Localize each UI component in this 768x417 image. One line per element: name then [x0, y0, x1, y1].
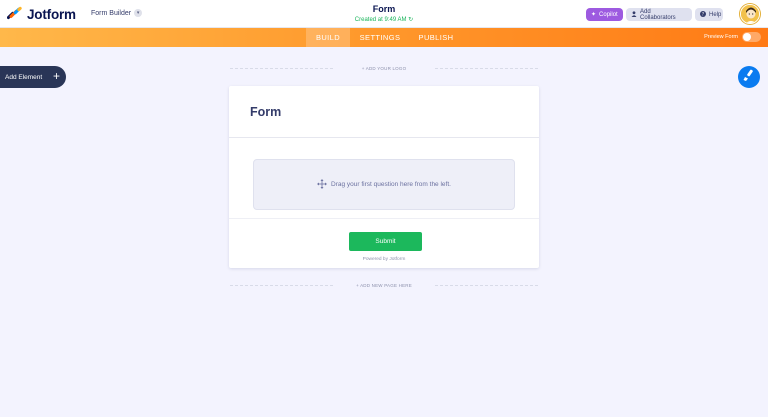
- save-status: Created at 9:49 AM ↻: [334, 16, 434, 23]
- form-designer-button[interactable]: [738, 66, 760, 88]
- sparkle-icon: ✦: [591, 12, 597, 18]
- add-new-page-link[interactable]: + ADD NEW PAGE HERE: [334, 283, 434, 288]
- refresh-icon: ↻: [408, 17, 414, 23]
- jotform-logo[interactable]: Jotform: [6, 6, 76, 22]
- question-dropzone[interactable]: Drag your first question here from the l…: [253, 159, 515, 210]
- tab-settings[interactable]: SETTINGS: [354, 28, 406, 47]
- tab-publish[interactable]: PUBLISH: [414, 28, 458, 47]
- top-bar: Jotform Form Builder ▾ Form Created at 9…: [0, 0, 768, 28]
- builder-nav-bar: BUILD SETTINGS PUBLISH Preview Form: [0, 28, 768, 47]
- move-icon: [317, 178, 328, 191]
- powered-by-text[interactable]: Powered by Jotform: [334, 257, 434, 262]
- toggle-knob: [743, 33, 751, 41]
- copilot-label: Copilot: [599, 11, 618, 18]
- add-collaborators-button[interactable]: Add Collaborators: [626, 8, 692, 21]
- builder-label: Form Builder: [91, 9, 132, 17]
- dropzone-text: Drag your first question here from the l…: [331, 181, 451, 188]
- copilot-button[interactable]: ✦ Copilot: [586, 8, 623, 21]
- form-card: Form Drag your first question here from …: [229, 86, 539, 268]
- help-label: Help: [709, 11, 722, 18]
- form-builder-dropdown[interactable]: Form Builder ▾: [91, 9, 143, 17]
- form-title-block: Form Created at 9:49 AM ↻: [334, 4, 434, 23]
- plus-icon: +: [52, 69, 60, 83]
- chevron-down-icon: ▾: [134, 9, 143, 17]
- preview-form-label: Preview Form: [704, 34, 738, 40]
- submit-button[interactable]: Submit: [349, 232, 422, 251]
- form-heading[interactable]: Form: [250, 105, 281, 119]
- form-header[interactable]: Form: [229, 86, 539, 138]
- add-element-button[interactable]: Add Element +: [0, 66, 66, 88]
- paint-brush-icon: [743, 68, 755, 86]
- preview-form-toggle[interactable]: [742, 32, 761, 42]
- card-separator: [229, 218, 539, 219]
- avatar[interactable]: [740, 4, 760, 24]
- collaborators-label: Add Collaborators: [640, 8, 676, 21]
- jotform-logo-icon: [6, 6, 23, 22]
- add-logo-link[interactable]: + ADD YOUR LOGO: [334, 66, 434, 71]
- add-element-label: Add Element: [5, 73, 43, 81]
- brand-name: Jotform: [27, 6, 76, 22]
- form-title[interactable]: Form: [334, 4, 434, 14]
- help-circle-icon: ?: [700, 10, 706, 19]
- tab-build[interactable]: BUILD: [306, 28, 350, 47]
- help-button[interactable]: ? Help: [695, 8, 723, 21]
- save-status-text: Created at 9:49 AM: [354, 17, 407, 23]
- user-icon: [631, 10, 637, 19]
